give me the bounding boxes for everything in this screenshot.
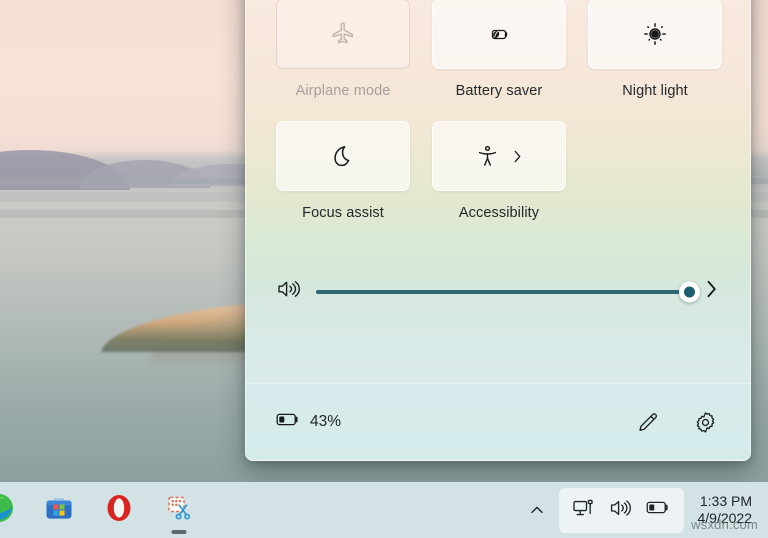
tile-label-airplane-mode: Airplane mode (295, 83, 391, 99)
tile-cell-empty (588, 121, 722, 243)
tile-cell-night-light: Night light (588, 0, 722, 121)
accessibility-person-icon (475, 144, 500, 169)
edge-icon (0, 491, 16, 530)
battery-leaf-icon (485, 20, 513, 48)
watermark-text: wsxdn.com (691, 517, 758, 532)
taskbar-active-indicator (171, 530, 187, 534)
quick-settings-body: Airplane mode Battery saver Night light … (246, 0, 750, 306)
tile-cell-accessibility: Accessibility (432, 121, 566, 243)
taskbar: 1:33 PM 4/9/2022 wsxdn.com (0, 482, 768, 538)
tile-battery-saver[interactable] (432, 0, 566, 69)
tile-cell-focus-assist: Focus assist (276, 121, 410, 243)
tile-label-battery-saver: Battery saver (455, 83, 543, 99)
volume-high-icon[interactable] (609, 497, 633, 524)
quick-settings-footer-actions (632, 407, 720, 437)
tile-night-light[interactable] (588, 0, 722, 69)
tile-label-focus-assist: Focus assist (302, 205, 384, 221)
chevron-right-icon[interactable] (511, 149, 524, 164)
tile-accessibility[interactable] (432, 121, 566, 191)
opera-icon (104, 493, 134, 528)
taskbar-app-microsoft-store[interactable] (36, 487, 82, 533)
tile-focus-assist[interactable] (276, 121, 410, 191)
taskbar-apps (0, 482, 202, 538)
chevron-up-icon[interactable] (523, 490, 551, 530)
airplane-icon (330, 21, 356, 47)
brightness-sun-icon (642, 21, 668, 47)
pencil-icon[interactable] (632, 407, 662, 437)
battery-status: 43% (276, 411, 341, 433)
taskbar-app-opera[interactable] (96, 487, 142, 533)
volume-slider-track[interactable] (316, 281, 700, 302)
volume-slider-thumb[interactable] (679, 281, 700, 302)
tray-icon-group[interactable] (558, 487, 684, 533)
volume-slider-fill (316, 289, 689, 294)
snipping-tool-icon (163, 492, 195, 529)
quick-settings-footer: 43% (246, 383, 750, 460)
battery-percent-label: 43% (310, 413, 342, 430)
tile-airplane-mode[interactable] (276, 0, 410, 69)
moon-icon (330, 143, 357, 170)
quick-settings-tile-grid: Airplane mode Battery saver Night light … (276, 0, 722, 243)
battery-low-icon (276, 411, 301, 433)
battery-low-icon[interactable] (646, 499, 671, 521)
network-monitor-icon[interactable] (572, 497, 596, 524)
volume-high-icon[interactable] (276, 277, 302, 306)
tile-cell-airplane-mode: Airplane mode (276, 0, 410, 121)
tile-label-night-light: Night light (622, 83, 688, 99)
tile-cell-battery-saver: Battery saver (432, 0, 566, 121)
clock-time: 1:33 PM (699, 492, 752, 509)
volume-expand-chevron-icon[interactable] (703, 278, 720, 305)
volume-slider-row (276, 243, 720, 306)
taskbar-app-edge[interactable] (0, 487, 22, 533)
gear-icon[interactable] (690, 407, 720, 437)
screen: Airplane mode Battery saver Night light … (0, 0, 768, 538)
microsoft-store-icon (43, 492, 75, 529)
tile-label-accessibility: Accessibility (458, 205, 540, 221)
taskbar-app-snipping-tool[interactable] (156, 487, 202, 534)
quick-settings-panel: Airplane mode Battery saver Night light … (245, 0, 751, 461)
